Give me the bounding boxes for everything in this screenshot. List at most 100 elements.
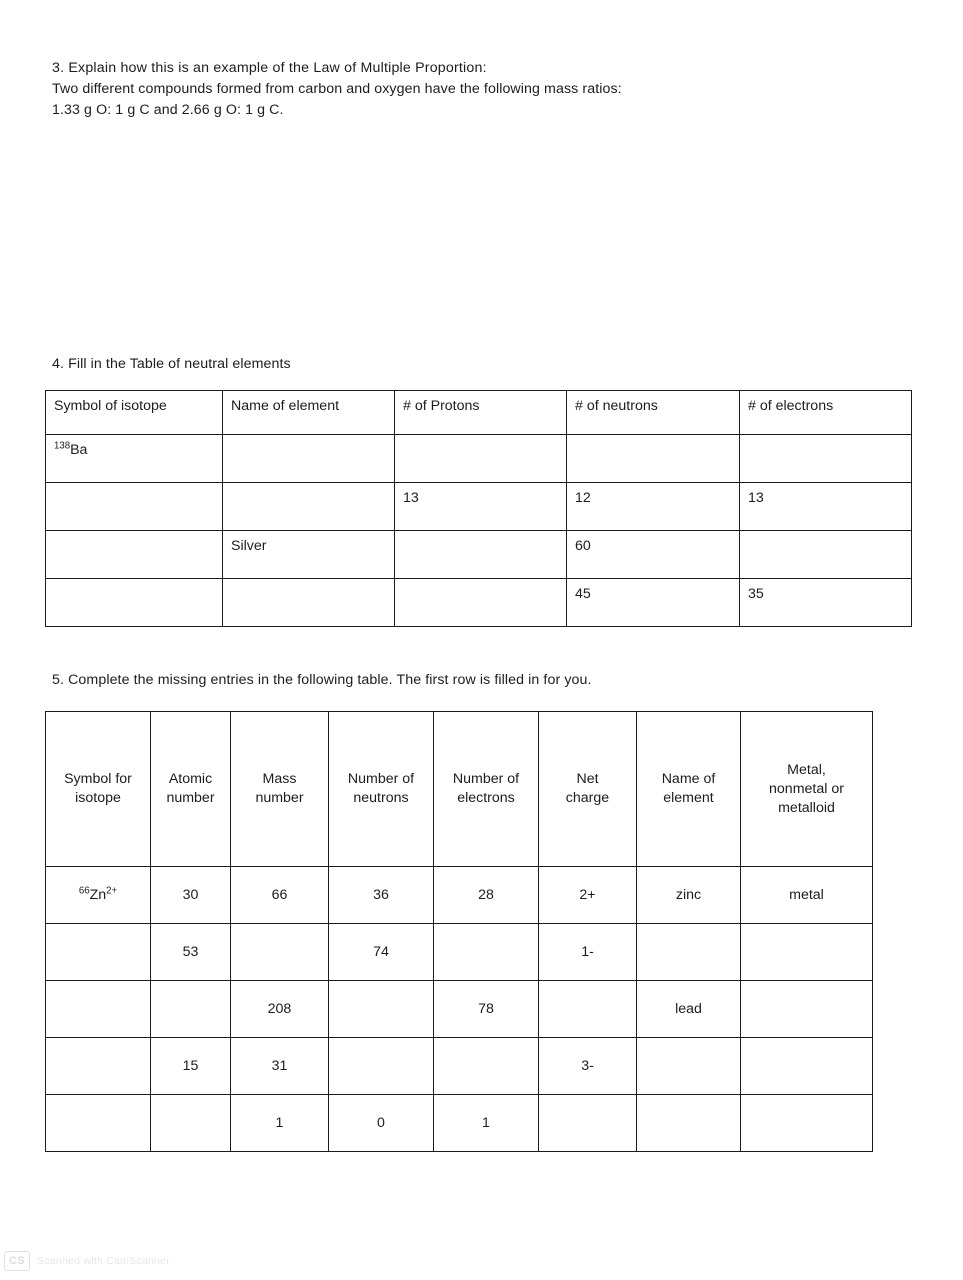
isotope-mass-superscript: 138 bbox=[54, 440, 71, 452]
header-line: Net bbox=[576, 771, 599, 787]
header-line: isotope bbox=[75, 790, 121, 806]
question-3-line-3: 1.33 g O: 1 g C and 2.66 g O: 1 g C. bbox=[52, 102, 284, 118]
camscanner-logo-icon: CS bbox=[4, 1251, 30, 1271]
cell-mass-number[interactable]: 31 bbox=[230, 1037, 329, 1095]
question-4-prompt: 4. Fill in the Table of neutral elements bbox=[52, 356, 291, 372]
header-number-of-neutrons: # of neutrons bbox=[566, 390, 740, 435]
cell-element-name[interactable] bbox=[636, 1094, 741, 1152]
cell-neutrons[interactable] bbox=[566, 434, 740, 483]
cell-electrons[interactable]: 1 bbox=[433, 1094, 539, 1152]
cell-electrons[interactable] bbox=[739, 434, 912, 483]
cell-electrons[interactable]: 78 bbox=[433, 980, 539, 1038]
header-number-of-electrons: Number of electrons bbox=[433, 711, 539, 867]
camscanner-watermark: CS Scanned with CamScanner bbox=[4, 1251, 170, 1271]
cell-symbol-for-isotope[interactable] bbox=[45, 1094, 151, 1152]
cell-element-name[interactable]: lead bbox=[636, 980, 741, 1038]
cell-neutrons[interactable]: 45 bbox=[566, 578, 740, 627]
header-metal-nonmetal-metalloid: Metal, nonmetal or metalloid bbox=[740, 711, 873, 867]
cell-classification[interactable]: metal bbox=[740, 866, 873, 924]
cell-symbol-of-isotope[interactable] bbox=[45, 482, 223, 531]
cell-name-of-element[interactable] bbox=[222, 434, 395, 483]
table-row: 208 78 lead bbox=[45, 980, 873, 1038]
header-name-of-element: Name of element bbox=[222, 390, 395, 435]
isotope-entries-table: Symbol for isotope Atomic number Mass nu… bbox=[45, 711, 873, 1152]
question-3-line-2: Two different compounds formed from carb… bbox=[52, 81, 622, 97]
cell-neutrons[interactable]: 36 bbox=[328, 866, 434, 924]
header-line: charge bbox=[565, 790, 610, 806]
cell-mass-number[interactable] bbox=[230, 923, 329, 981]
cell-symbol-for-isotope[interactable] bbox=[45, 1037, 151, 1095]
table-row: 15 31 3- bbox=[45, 1037, 873, 1095]
isotope-mass-superscript: 66 bbox=[78, 884, 90, 896]
table-row: 53 74 1- bbox=[45, 923, 873, 981]
cell-electrons[interactable] bbox=[739, 530, 912, 579]
cell-name-of-element[interactable] bbox=[222, 482, 395, 531]
cell-classification[interactable] bbox=[740, 980, 873, 1038]
cell-neutrons[interactable] bbox=[328, 1037, 434, 1095]
cell-name-of-element[interactable]: Silver bbox=[222, 530, 395, 579]
cell-symbol-for-isotope[interactable]: 66Zn2+ bbox=[45, 866, 151, 924]
header-net-charge: Net charge bbox=[538, 711, 637, 867]
cell-mass-number[interactable]: 1 bbox=[230, 1094, 329, 1152]
cell-neutrons[interactable]: 60 bbox=[566, 530, 740, 579]
table-header-row: Symbol of isotope Name of element # of P… bbox=[45, 390, 912, 435]
cell-protons[interactable]: 13 bbox=[394, 482, 567, 531]
cell-net-charge[interactable]: 2+ bbox=[538, 866, 637, 924]
table-row: 138Ba bbox=[45, 434, 912, 483]
camscanner-caption: Scanned with CamScanner bbox=[37, 1255, 170, 1267]
cell-atomic-number[interactable]: 15 bbox=[150, 1037, 231, 1095]
cell-neutrons[interactable]: 12 bbox=[566, 482, 740, 531]
cell-neutrons[interactable] bbox=[328, 980, 434, 1038]
cell-name-of-element[interactable] bbox=[222, 578, 395, 627]
question-3-block: 3. Explain how this is an example of the… bbox=[52, 58, 622, 121]
cell-classification[interactable] bbox=[740, 923, 873, 981]
cell-element-name[interactable]: zinc bbox=[636, 866, 741, 924]
cell-electrons[interactable]: 35 bbox=[739, 578, 912, 627]
header-name-of-element: Name of element bbox=[636, 711, 741, 867]
cell-protons[interactable] bbox=[394, 434, 567, 483]
cell-symbol-of-isotope[interactable] bbox=[45, 530, 223, 579]
cell-mass-number[interactable]: 66 bbox=[230, 866, 329, 924]
neutral-elements-table: Symbol of isotope Name of element # of P… bbox=[45, 390, 912, 627]
cell-symbol-for-isotope[interactable] bbox=[45, 980, 151, 1038]
cell-electrons[interactable]: 13 bbox=[739, 482, 912, 531]
header-line: number bbox=[166, 790, 215, 806]
cell-mass-number[interactable]: 208 bbox=[230, 980, 329, 1038]
cell-atomic-number[interactable] bbox=[150, 1094, 231, 1152]
cell-element-name[interactable] bbox=[636, 923, 741, 981]
cell-atomic-number[interactable]: 53 bbox=[150, 923, 231, 981]
cell-net-charge[interactable] bbox=[538, 1094, 637, 1152]
table-row: 66Zn2+ 30 66 36 28 2+ zinc metal bbox=[45, 866, 873, 924]
table-row: 45 35 bbox=[45, 578, 912, 627]
table-row: 13 12 13 bbox=[45, 482, 912, 531]
header-line: Name of bbox=[661, 771, 716, 787]
header-atomic-number: Atomic number bbox=[150, 711, 231, 867]
question-3-line-1: 3. Explain how this is an example of the… bbox=[52, 60, 487, 76]
cell-atomic-number[interactable] bbox=[150, 980, 231, 1038]
cell-element-name[interactable] bbox=[636, 1037, 741, 1095]
cell-atomic-number[interactable]: 30 bbox=[150, 866, 231, 924]
cell-protons[interactable] bbox=[394, 578, 567, 627]
header-symbol-for-isotope: Symbol for isotope bbox=[45, 711, 151, 867]
table-row: 1 0 1 bbox=[45, 1094, 873, 1152]
table-row: Silver 60 bbox=[45, 530, 912, 579]
header-line: nonmetal or bbox=[769, 780, 844, 797]
cell-net-charge[interactable]: 3- bbox=[538, 1037, 637, 1095]
cell-electrons[interactable] bbox=[433, 1037, 539, 1095]
cell-electrons[interactable]: 28 bbox=[433, 866, 539, 924]
isotope-symbol: Zn bbox=[89, 886, 107, 903]
cell-classification[interactable] bbox=[740, 1037, 873, 1095]
isotope-symbol: Ba bbox=[70, 442, 88, 458]
cell-symbol-of-isotope[interactable]: 138Ba bbox=[45, 434, 223, 483]
cell-symbol-for-isotope[interactable] bbox=[45, 923, 151, 981]
header-line: element bbox=[663, 790, 714, 806]
cell-electrons[interactable] bbox=[433, 923, 539, 981]
cell-symbol-of-isotope[interactable] bbox=[45, 578, 223, 627]
cell-neutrons[interactable]: 74 bbox=[328, 923, 434, 981]
cell-neutrons[interactable]: 0 bbox=[328, 1094, 434, 1152]
cell-net-charge[interactable]: 1- bbox=[538, 923, 637, 981]
cell-net-charge[interactable] bbox=[538, 980, 637, 1038]
header-line: Symbol for bbox=[64, 771, 132, 787]
cell-classification[interactable] bbox=[740, 1094, 873, 1152]
cell-protons[interactable] bbox=[394, 530, 567, 579]
